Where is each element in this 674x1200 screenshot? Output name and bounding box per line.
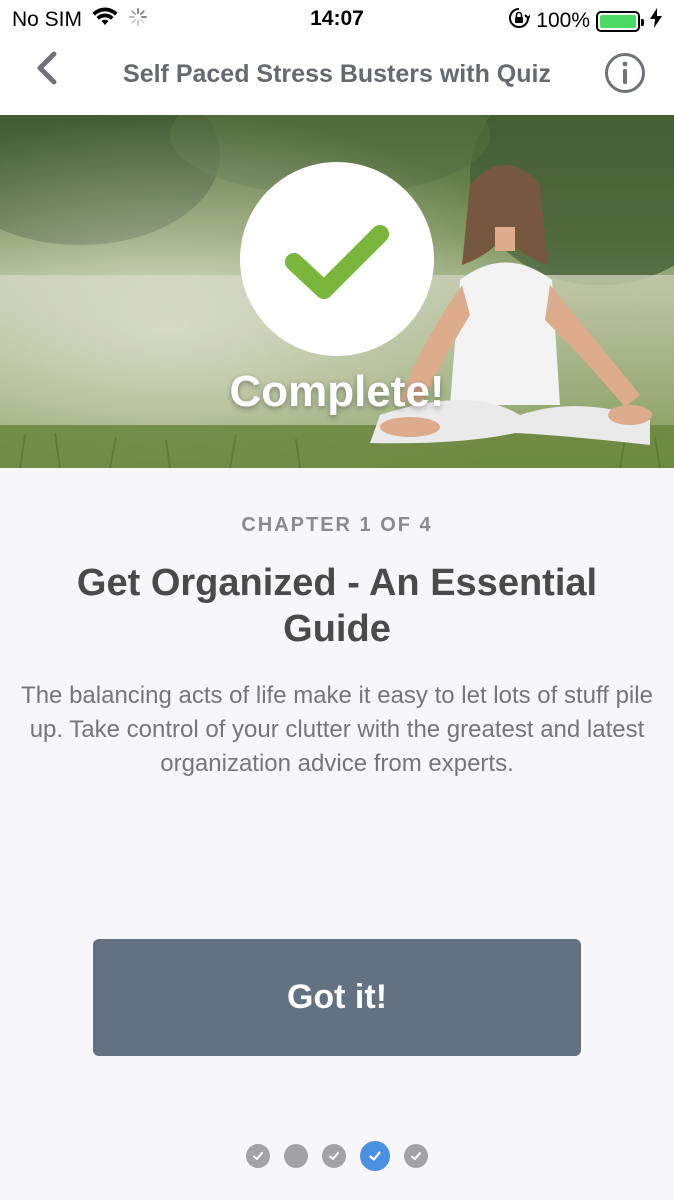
pagination-dot-3[interactable] xyxy=(322,1144,346,1168)
status-right: 100% xyxy=(508,7,662,35)
chapter-indicator: CHAPTER 1 OF 4 xyxy=(241,514,433,536)
chevron-left-icon xyxy=(37,51,57,85)
battery-icon xyxy=(596,10,644,32)
back-button[interactable] xyxy=(30,48,70,88)
completion-badge xyxy=(240,162,434,356)
info-button[interactable] xyxy=(604,52,646,94)
chapter-title: Get Organized - An Essential Guide xyxy=(76,562,598,650)
pagination-dot-5[interactable] xyxy=(404,1144,428,1168)
info-icon xyxy=(605,53,645,93)
orientation-lock-icon xyxy=(508,7,532,35)
pagination-dot-1[interactable] xyxy=(246,1144,270,1168)
navigation-bar: Self Paced Stress Busters with Quiz xyxy=(0,38,674,115)
check-icon xyxy=(253,1152,263,1160)
page-title: Self Paced Stress Busters with Quiz xyxy=(123,60,551,88)
check-icon xyxy=(369,1151,381,1161)
check-icon xyxy=(329,1152,339,1160)
hero-banner: Complete! xyxy=(0,115,674,468)
battery-percentage: 100% xyxy=(536,9,590,32)
check-icon xyxy=(411,1152,421,1160)
charging-bolt-icon xyxy=(650,8,662,34)
got-it-button[interactable]: Got it! xyxy=(93,939,581,1056)
completion-label: Complete! xyxy=(229,367,445,416)
pagination-dot-2[interactable] xyxy=(284,1144,308,1168)
chapter-pagination xyxy=(0,1141,674,1171)
pagination-dot-4-current[interactable] xyxy=(360,1141,390,1171)
chapter-description: The balancing acts of life make it easy … xyxy=(21,682,653,777)
status-bar: No SIM 14:07 100% xyxy=(0,0,674,38)
checkmark-icon xyxy=(285,225,389,299)
